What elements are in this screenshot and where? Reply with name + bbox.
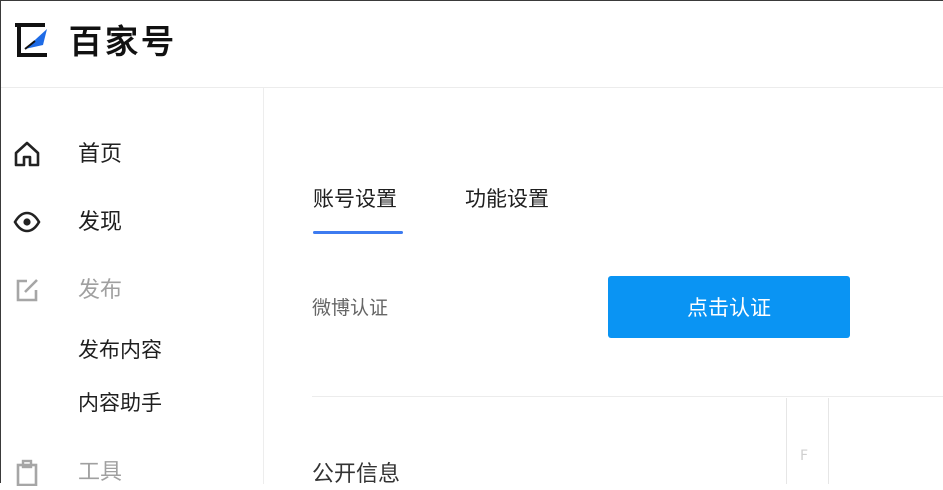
baijiahao-logo-icon (15, 23, 47, 57)
sidebar-item-label: 发现 (78, 210, 123, 235)
section-divider (312, 396, 943, 397)
sidebar: 首页 发现 发布 发布内容 内容助手 工具 (1, 88, 264, 486)
sidebar-item-tools[interactable]: 工具 (1, 450, 263, 490)
top-header: 百家号 (1, 1, 943, 88)
sidebar-item-label: 工具 (78, 460, 123, 485)
edit-icon (16, 279, 38, 302)
tab-account-settings[interactable]: 账号设置 (313, 183, 397, 213)
home-icon (14, 141, 40, 167)
tab-feature-settings[interactable]: 功能设置 (465, 183, 549, 213)
overlay-fragment-line (786, 398, 787, 484)
sidebar-item-publish[interactable]: 发布 (1, 268, 263, 308)
main-content: 账号设置 功能设置 微博认证 点击认证 F 公开信息 (264, 88, 943, 487)
clipboard-icon (16, 459, 38, 486)
sidebar-item-discover[interactable]: 发现 (1, 200, 263, 240)
overlay-fragment-line (828, 398, 829, 484)
brand-logo[interactable]: 百家号 (13, 15, 177, 63)
verify-button[interactable]: 点击认证 (608, 276, 850, 338)
overlay-fragment-glyph: F (800, 448, 809, 464)
public-info-title: 公开信息 (312, 462, 401, 487)
sidebar-item-label: 发布 (78, 278, 123, 303)
active-tab-indicator (313, 231, 403, 234)
sidebar-subitem-content-assistant[interactable]: 内容助手 (78, 387, 162, 417)
brand-name: 百家号 (69, 22, 177, 61)
sidebar-item-label: 首页 (78, 142, 123, 167)
weibo-verification-label: 微博认证 (312, 297, 389, 319)
eye-icon (13, 211, 41, 233)
sidebar-subitem-publish-content[interactable]: 发布内容 (78, 334, 162, 364)
sidebar-item-home[interactable]: 首页 (1, 132, 263, 172)
